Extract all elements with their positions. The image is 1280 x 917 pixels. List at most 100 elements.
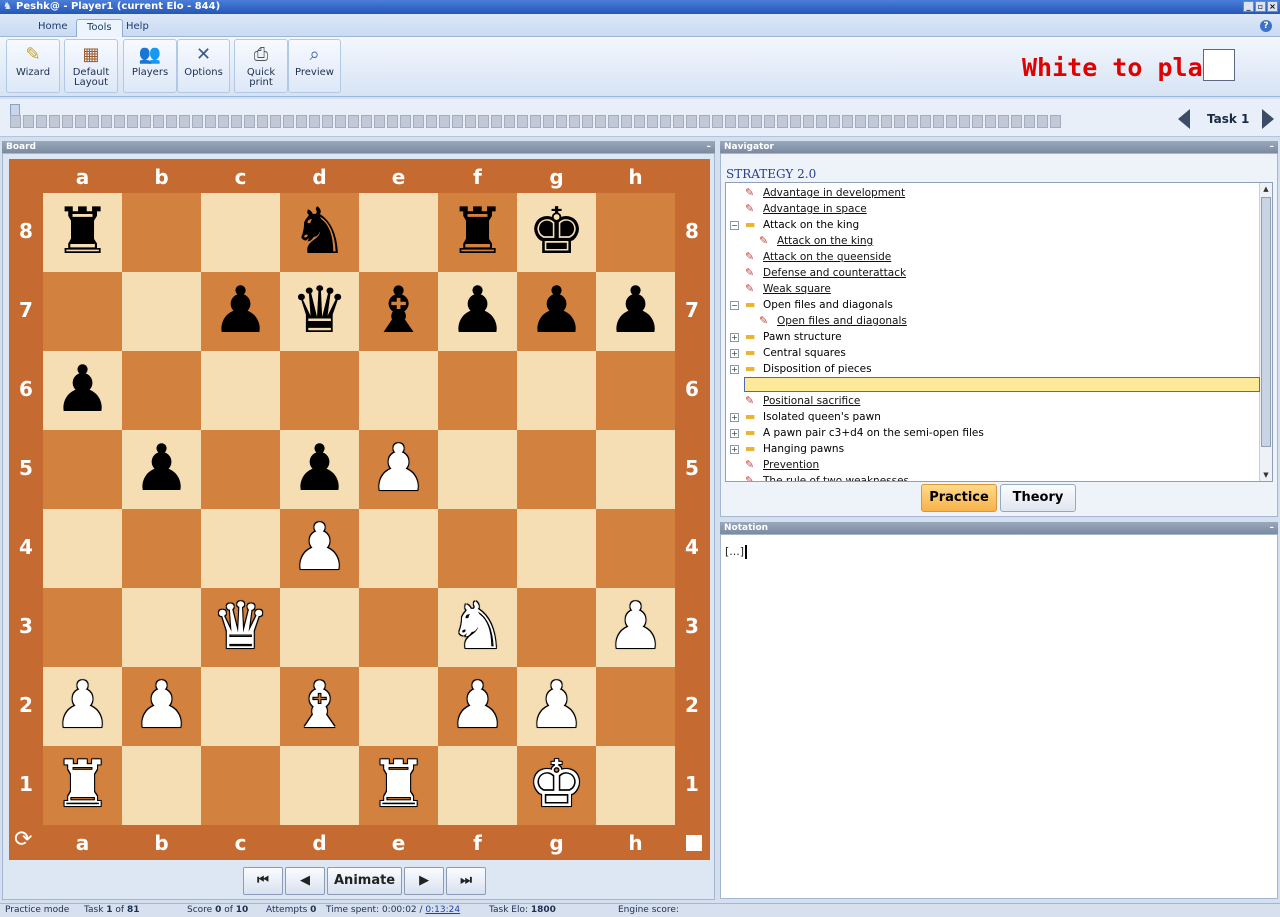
black-pawn-c7[interactable]: ♟ xyxy=(201,272,280,351)
task-cell[interactable] xyxy=(946,115,957,128)
collapse-icon[interactable]: − xyxy=(730,300,739,310)
task-cell[interactable] xyxy=(361,115,372,128)
task-cell[interactable] xyxy=(478,115,489,128)
task-cell[interactable] xyxy=(842,115,853,128)
task-cell[interactable] xyxy=(283,115,294,128)
task-cell[interactable] xyxy=(660,115,671,128)
task-cell[interactable] xyxy=(309,115,320,128)
board-square-a4[interactable] xyxy=(43,509,122,588)
task-cell[interactable] xyxy=(569,115,580,128)
task-cell[interactable] xyxy=(738,115,749,128)
task-cell[interactable] xyxy=(634,115,645,128)
board-square-g3[interactable] xyxy=(517,588,596,667)
board-square-f4[interactable] xyxy=(438,509,517,588)
tree-item[interactable]: − ▬ Attack on the king xyxy=(730,217,859,233)
board-square-b8[interactable] xyxy=(122,193,201,272)
task-cell[interactable] xyxy=(192,115,203,128)
task-cell[interactable] xyxy=(725,115,736,128)
wizard-button[interactable]: ✎ Wizard xyxy=(6,39,60,93)
quick-print-button[interactable]: ⎙ Quick print xyxy=(234,39,288,93)
default-layout-button[interactable]: ▦ Default Layout xyxy=(64,39,118,93)
black-rook-a8[interactable]: ♜ xyxy=(43,193,122,272)
task-cell[interactable] xyxy=(452,115,463,128)
board-square-f1[interactable] xyxy=(438,746,517,825)
task-cell[interactable] xyxy=(296,115,307,128)
task-cell[interactable] xyxy=(985,115,996,128)
task-cell[interactable] xyxy=(231,115,242,128)
task-cell[interactable] xyxy=(1037,115,1048,128)
notation-panel[interactable]: [...] xyxy=(720,534,1278,899)
white-rook-a1[interactable]: ♜ xyxy=(43,746,122,825)
task-cell[interactable] xyxy=(1024,115,1035,128)
board-square-e8[interactable] xyxy=(359,193,438,272)
board-square-b3[interactable] xyxy=(122,588,201,667)
black-pawn-d5[interactable]: ♟ xyxy=(280,430,359,509)
white-bishop-d2[interactable]: ♝ xyxy=(280,667,359,746)
task-cell[interactable] xyxy=(257,115,268,128)
task-cell[interactable] xyxy=(751,115,762,128)
time-limit-link[interactable]: 0:13:24 xyxy=(425,905,460,915)
task-cell[interactable] xyxy=(75,115,86,128)
white-queen-c3[interactable]: ♛ xyxy=(201,588,280,667)
task-cell[interactable] xyxy=(244,115,255,128)
task-cell[interactable] xyxy=(218,115,229,128)
board-square-c6[interactable] xyxy=(201,351,280,430)
task-cell[interactable] xyxy=(387,115,398,128)
task-cell[interactable] xyxy=(894,115,905,128)
task-cell[interactable] xyxy=(790,115,801,128)
animate-button[interactable]: Animate xyxy=(327,867,403,895)
tree-item[interactable]: ✎ Positional sacrifice xyxy=(730,393,860,409)
tree-item[interactable]: + ▬ Disposition of pieces xyxy=(730,361,872,377)
board-square-c5[interactable] xyxy=(201,430,280,509)
theory-button[interactable]: Theory xyxy=(1000,484,1076,512)
black-pawn-g7[interactable]: ♟ xyxy=(517,272,596,351)
board-square-d1[interactable] xyxy=(280,746,359,825)
task-cell[interactable] xyxy=(881,115,892,128)
scroll-down-icon[interactable]: ▼ xyxy=(1261,469,1271,481)
task-cell[interactable] xyxy=(855,115,866,128)
tree-item[interactable]: + ▬ Central squares xyxy=(730,345,846,361)
task-cell[interactable] xyxy=(699,115,710,128)
task-cell[interactable] xyxy=(595,115,606,128)
task-cell[interactable] xyxy=(556,115,567,128)
black-pawn-a6[interactable]: ♟ xyxy=(43,351,122,430)
flip-board-icon[interactable]: ⟳ xyxy=(14,827,32,852)
board-square-b6[interactable] xyxy=(122,351,201,430)
tree-item[interactable]: ✎ Defense and counterattack xyxy=(730,265,906,281)
board-square-a3[interactable] xyxy=(43,588,122,667)
board-square-g5[interactable] xyxy=(517,430,596,509)
task-cell[interactable] xyxy=(777,115,788,128)
task-cell[interactable] xyxy=(608,115,619,128)
task-cell[interactable] xyxy=(465,115,476,128)
white-pawn-g2[interactable]: ♟ xyxy=(517,667,596,746)
preview-button[interactable]: ⌕ Preview xyxy=(288,39,341,93)
black-pawn-f7[interactable]: ♟ xyxy=(438,272,517,351)
board-square-g4[interactable] xyxy=(517,509,596,588)
task-cell[interactable] xyxy=(868,115,879,128)
task-cell[interactable] xyxy=(686,115,697,128)
board-square-h1[interactable] xyxy=(596,746,675,825)
prev-move-button[interactable]: ◀ xyxy=(285,867,325,895)
task-cell[interactable] xyxy=(426,115,437,128)
task-cell[interactable] xyxy=(270,115,281,128)
next-task-icon[interactable] xyxy=(1262,109,1274,129)
board-square-h8[interactable] xyxy=(596,193,675,272)
task-cell[interactable] xyxy=(140,115,151,128)
board-square-e4[interactable] xyxy=(359,509,438,588)
task-cell[interactable] xyxy=(504,115,515,128)
help-icon[interactable]: ? xyxy=(1260,20,1272,32)
task-cell[interactable] xyxy=(166,115,177,128)
tree-item[interactable]: ✎ Open files and diagonals xyxy=(744,313,907,329)
task-cell[interactable] xyxy=(959,115,970,128)
scrollbar-thumb[interactable] xyxy=(1261,197,1271,447)
black-king-g8[interactable]: ♚ xyxy=(517,193,596,272)
task-cell[interactable] xyxy=(764,115,775,128)
board-square-e2[interactable] xyxy=(359,667,438,746)
task-cell[interactable] xyxy=(374,115,385,128)
board-square-h2[interactable] xyxy=(596,667,675,746)
white-rook-e1[interactable]: ♜ xyxy=(359,746,438,825)
black-pawn-b5[interactable]: ♟ xyxy=(122,430,201,509)
task-cell[interactable] xyxy=(543,115,554,128)
task-cell[interactable] xyxy=(1050,115,1061,128)
task-cell[interactable] xyxy=(829,115,840,128)
